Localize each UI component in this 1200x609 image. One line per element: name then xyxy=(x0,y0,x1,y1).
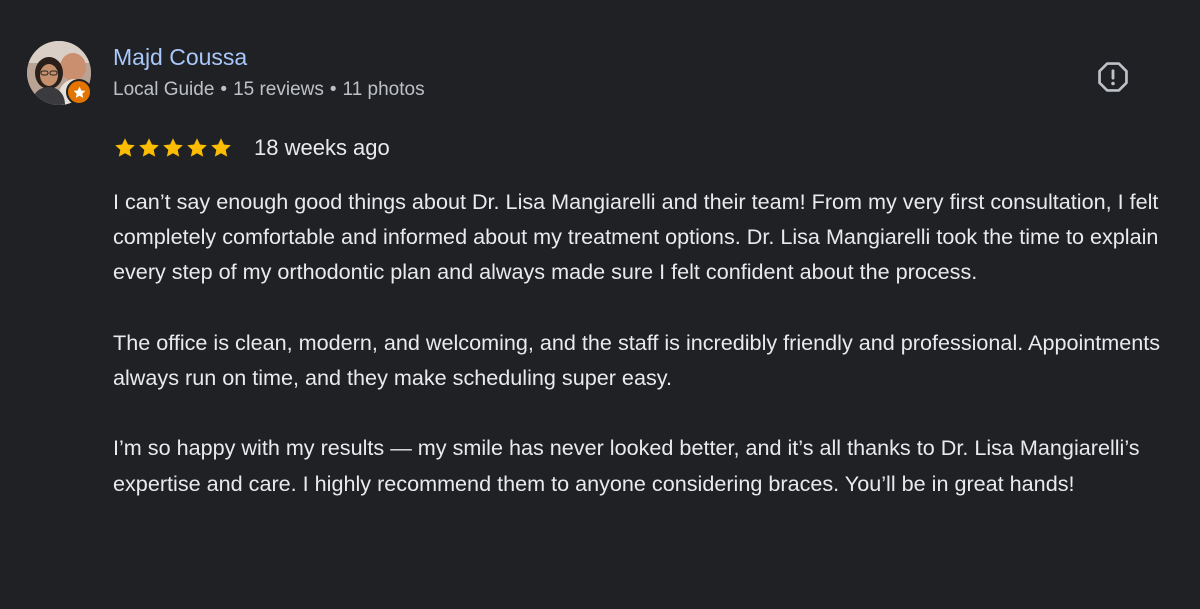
star-icon xyxy=(73,86,85,98)
review-text: I can’t say enough good things about Dr.… xyxy=(113,184,1173,501)
review-paragraph: The office is clean, modern, and welcomi… xyxy=(113,329,1161,390)
review-paragraph: I can’t say enough good things about Dr.… xyxy=(113,189,1159,285)
star-icon xyxy=(211,138,231,157)
meta-separator: • xyxy=(220,79,228,100)
author-name-link[interactable]: Majd Coussa xyxy=(113,44,247,71)
author-meta: Local Guide • 15 reviews • 11 photos xyxy=(113,79,425,101)
review-paragraph: I’m so happy with my results — my smile … xyxy=(113,435,1140,496)
star-icon xyxy=(115,138,135,157)
local-guide-label: Local Guide xyxy=(113,79,215,100)
photo-count: 11 photos xyxy=(342,79,425,100)
star-icon xyxy=(139,138,159,157)
review-card: Majd Coussa Local Guide • 15 reviews • 11 ph… xyxy=(0,0,1200,609)
report-exclamation-icon xyxy=(1098,62,1128,92)
star-rating xyxy=(113,136,233,160)
rating-row: 18 weeks ago xyxy=(113,134,390,162)
local-guide-badge xyxy=(66,79,92,105)
star-icon xyxy=(163,138,183,157)
review-count: 15 reviews xyxy=(233,79,324,100)
review-date: 18 weeks ago xyxy=(254,135,390,160)
report-review-button[interactable] xyxy=(1094,58,1132,96)
meta-separator: • xyxy=(329,79,337,100)
star-icon xyxy=(187,138,207,157)
